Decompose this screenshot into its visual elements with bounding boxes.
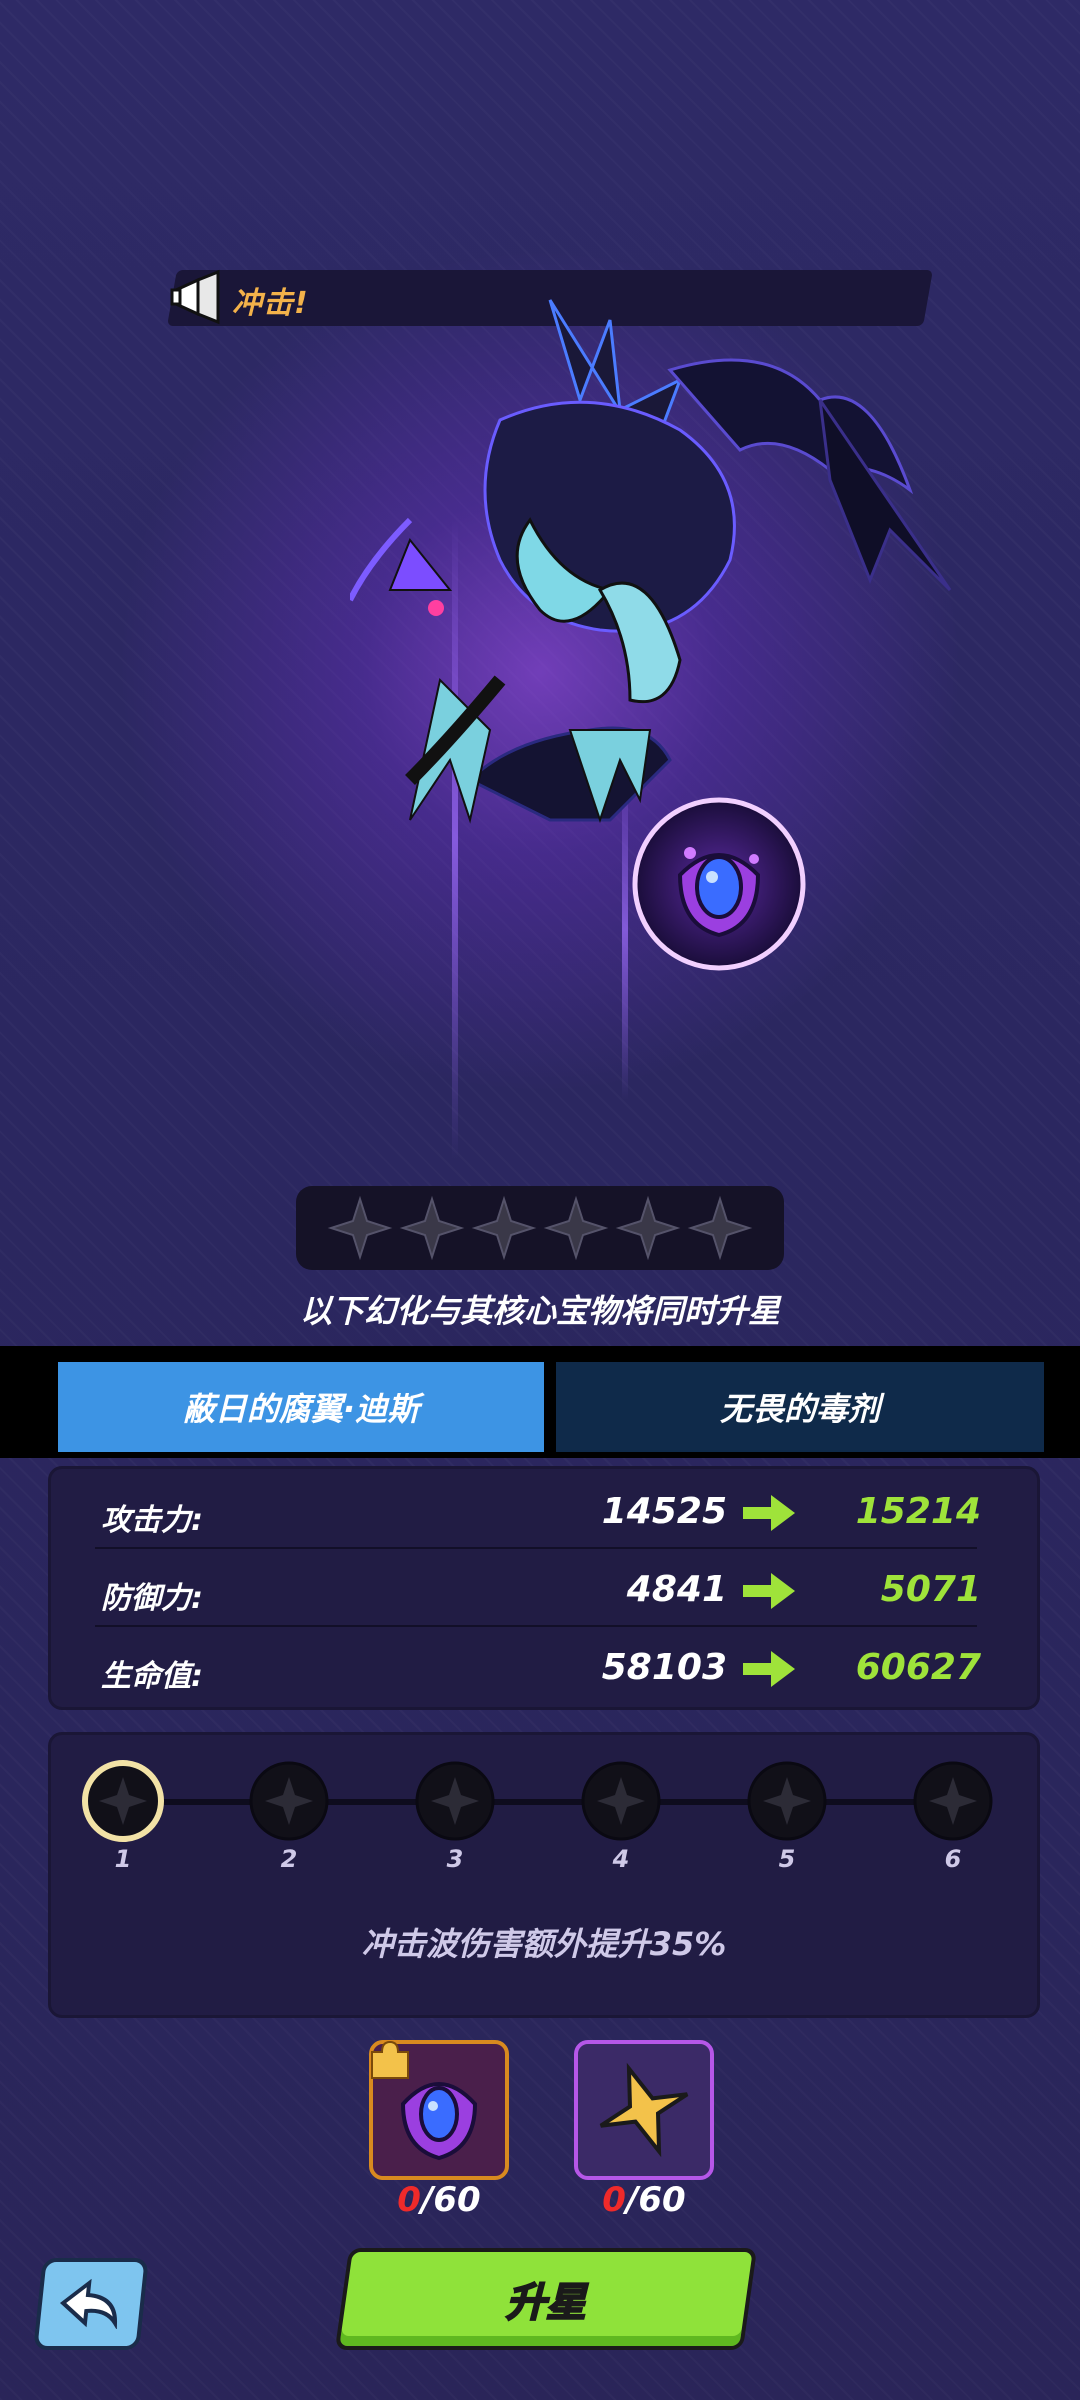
material-required: /60	[420, 2180, 481, 2220]
star-rating	[296, 1186, 784, 1270]
stat-row-defense: 防御力: 4841 5071	[51, 1555, 1037, 1627]
stat-label: 攻击力:	[101, 1503, 203, 1538]
divider	[95, 1547, 977, 1549]
empty-star-icon	[399, 1195, 465, 1261]
stat-row-attack: 攻击力: 14525 15214	[51, 1477, 1037, 1549]
star-level-number: 6	[944, 1845, 962, 1873]
star-level-node[interactable]	[745, 1759, 829, 1843]
upgrade-star-button[interactable]: 升星	[334, 2248, 758, 2350]
back-arrow-icon	[59, 2279, 118, 2329]
ability-name: 冲击!	[232, 286, 309, 321]
gold-star-icon	[599, 2062, 689, 2158]
empty-star-icon	[543, 1195, 609, 1261]
material-slot-star[interactable]	[574, 2040, 714, 2180]
empty-star-icon	[471, 1195, 537, 1261]
material-current: 0	[397, 2180, 421, 2220]
stat-new-value: 5071	[880, 1569, 981, 1610]
material-count: 0/60	[369, 2180, 509, 2220]
empty-star-icon	[615, 1195, 681, 1261]
star-progress-panel: 1 2 3 4 5 6 冲击波伤害额外提升35%	[48, 1732, 1040, 2018]
star-level-node[interactable]	[81, 1759, 165, 1843]
tab-label: 蔽日的腐翼·迪斯	[182, 1390, 420, 1428]
star-level-number: 3	[446, 1845, 464, 1873]
stat-new-value: 60627	[855, 1647, 981, 1688]
star-effect-description: 冲击波伤害额外提升35%	[361, 1925, 727, 1963]
stat-old-value: 14525	[601, 1491, 727, 1532]
material-required: /60	[625, 2180, 686, 2220]
tab-illusion[interactable]: 蔽日的腐翼·迪斯	[58, 1362, 544, 1452]
star-level-node[interactable]	[247, 1759, 331, 1843]
tab-core-treasure[interactable]: 无畏的毒剂	[556, 1362, 1044, 1452]
stats-panel: 攻击力: 14525 15214 防御力: 4841 5071 生命值: 581…	[48, 1466, 1040, 1710]
upgrade-label: 升星	[505, 2279, 587, 2327]
empty-star-icon	[687, 1195, 753, 1261]
empty-star-icon	[327, 1195, 393, 1261]
upgrade-notice: 以下幻化与其核心宝物将同时升星	[299, 1292, 780, 1330]
star-level-number: 5	[778, 1845, 796, 1873]
stat-old-value: 4841	[626, 1569, 727, 1610]
megaphone-icon	[170, 269, 220, 325]
material-current: 0	[602, 2180, 626, 2220]
stat-old-value: 58103	[601, 1647, 727, 1688]
star-level-node[interactable]	[579, 1759, 663, 1843]
divider	[95, 1625, 977, 1627]
puzzle-piece-icon	[371, 2040, 409, 2079]
star-level-number: 1	[114, 1845, 132, 1873]
star-level-node[interactable]	[911, 1759, 995, 1843]
tab-label: 无畏的毒剂	[719, 1390, 880, 1428]
stat-new-value: 15214	[855, 1491, 981, 1532]
green-arrow-icon	[743, 1651, 795, 1687]
back-button[interactable]	[33, 2258, 149, 2350]
star-level-number: 4	[612, 1845, 630, 1873]
star-level-number: 2	[280, 1845, 298, 1873]
star-level-node[interactable]	[413, 1759, 497, 1843]
core-treasure-orb[interactable]	[630, 795, 808, 973]
green-arrow-icon	[743, 1495, 795, 1531]
stat-row-hp: 生命值: 58103 60627	[51, 1633, 1037, 1705]
green-arrow-icon	[743, 1573, 795, 1609]
stat-label: 生命值:	[101, 1659, 203, 1694]
stat-label: 防御力:	[101, 1581, 203, 1616]
material-count: 0/60	[574, 2180, 714, 2220]
